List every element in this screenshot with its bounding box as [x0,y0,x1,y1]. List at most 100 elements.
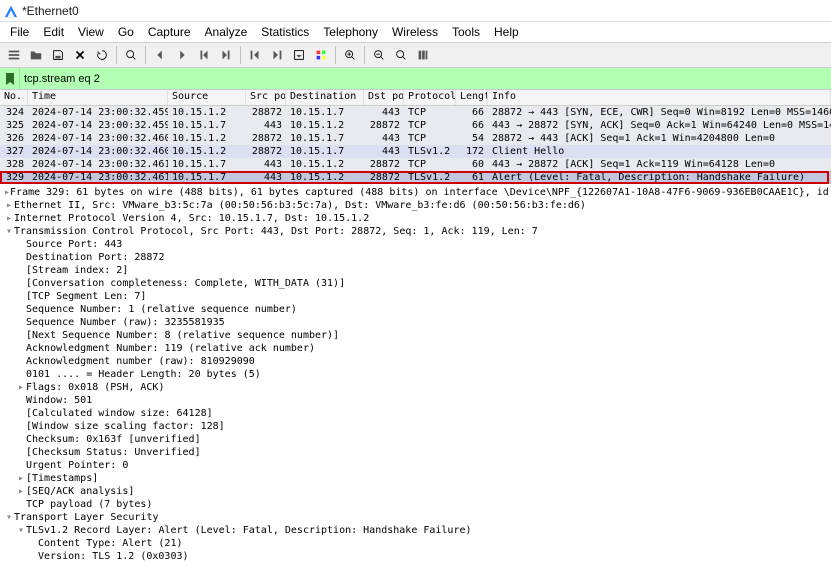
column-header[interactable]: Info [488,90,831,105]
autoscroll-icon[interactable] [289,45,309,65]
packet-row[interactable]: 3272024-07-14 23:00:32.46073310.15.1.228… [0,145,831,158]
detail-text: Internet Protocol Version 4, Src: 10.15.… [14,212,369,225]
detail-row[interactable]: Acknowledgment Number: 119 (relative ack… [0,342,831,355]
detail-text: [TCP Segment Len: 7] [26,290,146,303]
detail-row[interactable]: Sequence Number (raw): 3235581935 [0,316,831,329]
column-header[interactable]: Length [456,90,488,105]
first-icon[interactable] [245,45,265,65]
cell-no: 329 [0,171,28,184]
detail-row[interactable]: [TCP Segment Len: 7] [0,290,831,303]
detail-row[interactable]: ▸Flags: 0x018 (PSH, ACK) [0,381,831,394]
column-header[interactable]: No. [0,90,28,105]
detail-row[interactable]: ▸[Timestamps] [0,472,831,485]
column-header[interactable]: Dst port [364,90,404,105]
packet-row[interactable]: 3252024-07-14 23:00:32.45966610.15.1.744… [0,119,831,132]
chevron-down-icon[interactable]: ▾ [16,524,26,537]
detail-row[interactable]: [Window size scaling factor: 128] [0,420,831,433]
cell-time: 2024-07-14 23:00:32.461855 [28,171,168,184]
menu-wireless[interactable]: Wireless [386,23,444,41]
column-header[interactable]: Time [28,90,168,105]
chevron-down-icon[interactable]: ▾ [4,511,14,524]
cell-len: 66 [456,106,488,119]
detail-row[interactable]: [Checksum Status: Unverified] [0,446,831,459]
menu-capture[interactable]: Capture [142,23,197,41]
detail-row[interactable]: Sequence Number: 1 (relative sequence nu… [0,303,831,316]
save-icon[interactable] [48,45,68,65]
packet-row[interactable]: 3292024-07-14 23:00:32.46185510.15.1.744… [0,171,831,184]
detail-row[interactable]: Length: 2 [0,563,831,564]
detail-row[interactable]: [Conversation completeness: Complete, WI… [0,277,831,290]
cell-srcport: 28872 [246,145,286,158]
column-header[interactable]: Destination [286,90,364,105]
packet-list[interactable]: No.TimeSourceSrc portDestinationDst port… [0,90,831,184]
column-header[interactable]: Source [168,90,246,105]
zoom-reset-icon[interactable] [391,45,411,65]
detail-row[interactable]: Urgent Pointer: 0 [0,459,831,472]
display-filter-input[interactable] [20,68,831,89]
detail-row[interactable]: TCP payload (7 bytes) [0,498,831,511]
jump-next-icon[interactable] [216,45,236,65]
menu-tools[interactable]: Tools [446,23,486,41]
detail-row[interactable]: 0101 .... = Header Length: 20 bytes (5) [0,368,831,381]
packet-row[interactable]: 3282024-07-14 23:00:32.46107010.15.1.744… [0,158,831,171]
packet-row[interactable]: 3242024-07-14 23:00:32.45902510.15.1.228… [0,106,831,119]
chevron-right-icon[interactable]: ▸ [16,381,26,394]
chevron-right-icon[interactable]: ▸ [16,485,26,498]
chevron-right-icon[interactable]: ▸ [4,212,14,225]
detail-row[interactable]: [Stream index: 2] [0,264,831,277]
detail-row[interactable]: Checksum: 0x163f [unverified] [0,433,831,446]
zoom-in-icon[interactable] [340,45,360,65]
cell-proto: TCP [404,119,456,132]
detail-row[interactable]: Acknowledgment number (raw): 810929090 [0,355,831,368]
packet-details[interactable]: ▸Frame 329: 61 bytes on wire (488 bits),… [0,184,831,564]
wireshark-icon [4,4,18,18]
menu-file[interactable]: File [4,23,35,41]
jump-prev-icon[interactable] [194,45,214,65]
detail-row[interactable]: Version: TLS 1.2 (0x0303) [0,550,831,563]
detail-row[interactable]: Window: 501 [0,394,831,407]
filter-bookmark-icon[interactable] [0,68,20,89]
detail-text: Urgent Pointer: 0 [26,459,128,472]
menu-view[interactable]: View [72,23,110,41]
titlebar: *Ethernet0 [0,0,831,22]
search-icon[interactable] [121,45,141,65]
detail-row[interactable]: Source Port: 443 [0,238,831,251]
column-header[interactable]: Src port [246,90,286,105]
zoom-out-icon[interactable] [369,45,389,65]
detail-row[interactable]: ▾TLSv1.2 Record Layer: Alert (Level: Fat… [0,524,831,537]
cell-dstport: 443 [364,132,404,145]
column-header[interactable]: Protocol [404,90,456,105]
arrow-left-icon[interactable] [150,45,170,65]
detail-row[interactable]: ▾Transport Layer Security [0,511,831,524]
menu-go[interactable]: Go [112,23,140,41]
chevron-down-icon[interactable]: ▾ [4,225,14,238]
folder-icon[interactable] [26,45,46,65]
detail-row[interactable]: ▾Transmission Control Protocol, Src Port… [0,225,831,238]
chevron-right-icon[interactable]: ▸ [16,472,26,485]
arrow-right-icon[interactable] [172,45,192,65]
cell-dstport: 443 [364,145,404,158]
menu-statistics[interactable]: Statistics [255,23,315,41]
menu-help[interactable]: Help [488,23,525,41]
detail-text: Acknowledgment Number: 119 (relative ack… [26,342,315,355]
detail-row[interactable]: ▸Frame 329: 61 bytes on wire (488 bits),… [0,186,831,199]
menu-edit[interactable]: Edit [37,23,70,41]
detail-row[interactable]: ▸[SEQ/ACK analysis] [0,485,831,498]
packet-list-body[interactable]: 3242024-07-14 23:00:32.45902510.15.1.228… [0,106,831,184]
detail-row[interactable]: Content Type: Alert (21) [0,537,831,550]
last-icon[interactable] [267,45,287,65]
menu-telephony[interactable]: Telephony [317,23,384,41]
detail-row[interactable]: ▸Ethernet II, Src: VMware_b3:5c:7a (00:5… [0,199,831,212]
color-icon[interactable] [311,45,331,65]
close-icon[interactable] [70,45,90,65]
win-list-icon[interactable] [4,45,24,65]
menu-analyze[interactable]: Analyze [199,23,254,41]
reload-icon[interactable] [92,45,112,65]
detail-row[interactable]: Destination Port: 28872 [0,251,831,264]
detail-row[interactable]: ▸Internet Protocol Version 4, Src: 10.15… [0,212,831,225]
chevron-right-icon[interactable]: ▸ [4,199,14,212]
packet-row[interactable]: 3262024-07-14 23:00:32.46021910.15.1.228… [0,132,831,145]
columns-icon[interactable] [413,45,433,65]
detail-row[interactable]: [Next Sequence Number: 8 (relative seque… [0,329,831,342]
detail-row[interactable]: [Calculated window size: 64128] [0,407,831,420]
